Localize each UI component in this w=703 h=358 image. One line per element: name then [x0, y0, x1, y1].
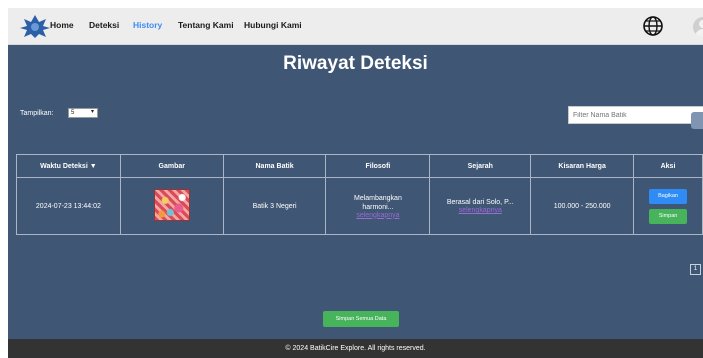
header-gambar: Gambar — [119, 154, 224, 178]
share-button[interactable]: Bagikan — [649, 188, 688, 204]
cell-nama-batik: Batik 3 Negeri — [222, 177, 327, 235]
header-aksi: Aksi — [633, 154, 703, 178]
show-entries-select[interactable]: 5 ▾ — [68, 108, 98, 118]
avatar-body-shape — [695, 29, 703, 37]
header-kisaran-harga: Kisaran Harga — [530, 154, 635, 178]
navbar: Home Deteksi History Tentang Kami Hubung… — [8, 8, 703, 45]
cell-kisaran-harga: 100.000 - 250.000 — [530, 177, 635, 235]
header-nama-batik: Nama Batik — [222, 154, 327, 178]
nav-history[interactable]: History — [133, 20, 162, 30]
footer: © 2024 BatikCire Explore. All rights res… — [8, 339, 703, 358]
user-avatar[interactable] — [693, 17, 703, 37]
table-row: 2024-07-23 13:44:02 Batik 3 Negeri Melam… — [16, 177, 703, 235]
sejarah-text: Berasal dari Solo, P... — [446, 199, 514, 206]
batik-thumbnail[interactable] — [153, 189, 190, 221]
history-table: Waktu Deteksi ▼ Gambar Nama Batik Filoso… — [16, 154, 703, 235]
pagination-page-button[interactable]: 1 — [690, 264, 701, 275]
show-entries-value: 5 — [71, 110, 75, 116]
header-sejarah: Sejarah — [429, 154, 532, 178]
filosofi-text: Melambangkan harmoni... — [353, 194, 402, 211]
search-button[interactable] — [691, 112, 703, 129]
main-content: Riwayat Deteksi Tampilkan: 5 ▾ Waktu Det… — [8, 45, 703, 339]
filosofi-more-link[interactable]: selengkapnya — [356, 212, 399, 219]
page-title: Riwayat Deteksi — [283, 53, 428, 74]
nav-hubungi-kami[interactable]: Hubungi Kami — [244, 20, 302, 30]
show-entries-label: Tampilkan: — [20, 110, 54, 117]
nav-home[interactable]: Home — [50, 20, 74, 30]
batik-logo-icon[interactable] — [18, 13, 52, 39]
cell-filosofi: Melambangkan harmoni...selengkapnya — [325, 177, 431, 235]
table-header-row: Waktu Deteksi ▼ Gambar Nama Batik Filoso… — [16, 154, 703, 178]
save-all-button[interactable]: Simpan Semua Data — [323, 311, 399, 327]
save-button[interactable]: Simpan — [649, 208, 688, 224]
nav-tentang-kami[interactable]: Tentang Kami — [178, 20, 234, 30]
filter-batik-input[interactable] — [568, 106, 703, 124]
sejarah-more-link[interactable]: selengkapnya — [459, 207, 502, 214]
cell-sejarah: Berasal dari Solo, P...selengkapnya — [429, 177, 532, 235]
nav-deteksi[interactable]: Deteksi — [89, 20, 119, 30]
cell-gambar — [119, 177, 224, 235]
avatar-head-shape — [699, 20, 703, 28]
header-waktu-deteksi[interactable]: Waktu Deteksi ▼ — [16, 154, 121, 178]
globe-icon[interactable] — [642, 15, 664, 37]
cell-aksi: Bagikan Simpan — [633, 177, 703, 235]
chevron-down-icon: ▾ — [90, 109, 94, 115]
header-filosofi: Filosofi — [325, 154, 431, 178]
cell-waktu: 2024-07-23 13:44:02 — [16, 177, 121, 235]
